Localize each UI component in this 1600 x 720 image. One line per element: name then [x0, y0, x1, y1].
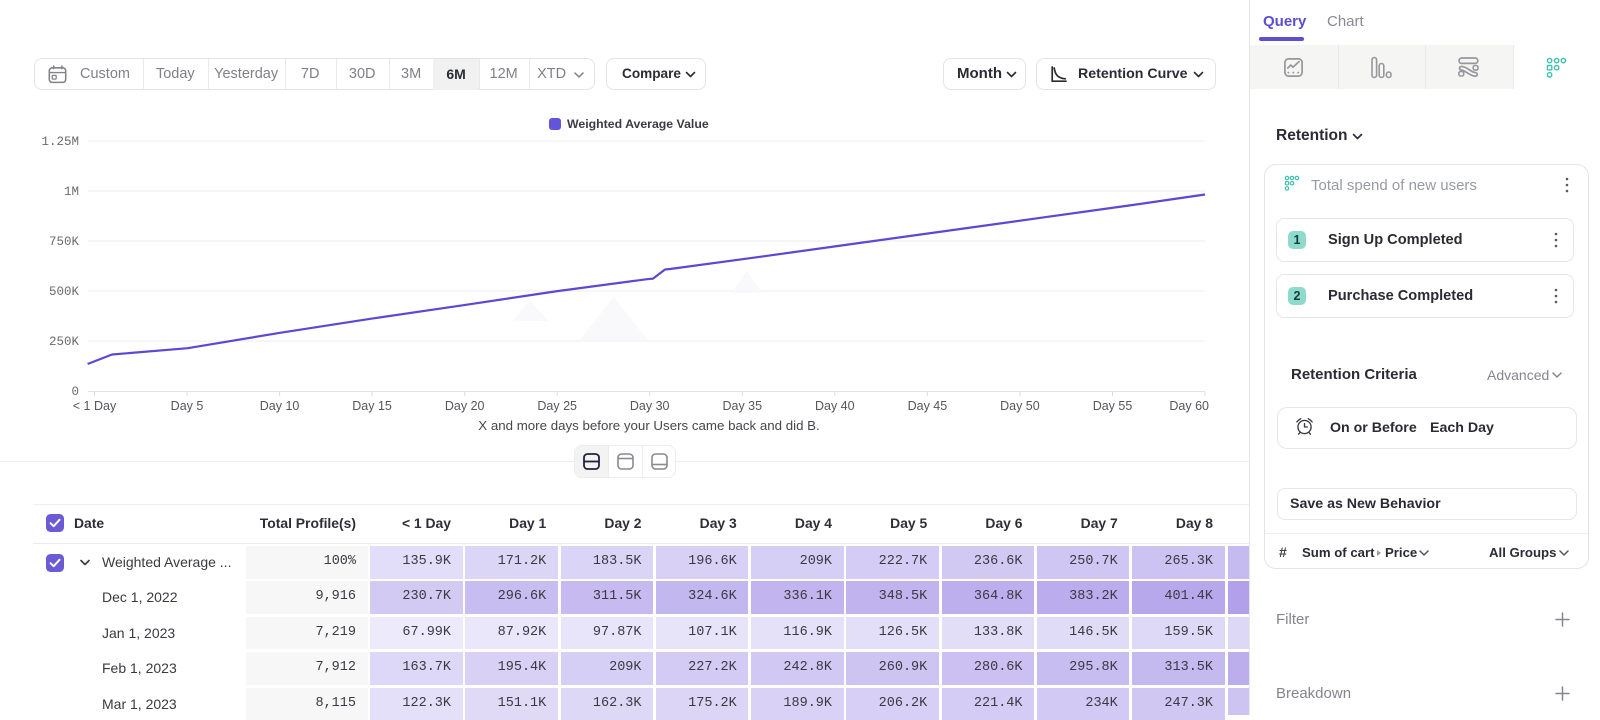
svg-text:< 1 Day: < 1 Day: [73, 399, 117, 413]
svg-text:1.25M: 1.25M: [41, 135, 79, 149]
svg-text:Day 40: Day 40: [815, 399, 855, 413]
svg-text:Day 35: Day 35: [722, 399, 762, 413]
svg-text:Day 60: Day 60: [1169, 399, 1209, 413]
svg-text:Day 50: Day 50: [1000, 399, 1040, 413]
svg-text:Day 10: Day 10: [260, 399, 300, 413]
svg-text:250K: 250K: [49, 335, 80, 349]
svg-text:500K: 500K: [49, 285, 80, 299]
svg-text:Day 5: Day 5: [171, 399, 204, 413]
svg-text:Day 55: Day 55: [1093, 399, 1133, 413]
svg-text:Day 30: Day 30: [630, 399, 670, 413]
svg-text:Day 20: Day 20: [445, 399, 485, 413]
svg-text:Day 25: Day 25: [537, 399, 577, 413]
svg-text:0: 0: [71, 385, 79, 399]
svg-text:750K: 750K: [49, 235, 80, 249]
svg-text:Day 45: Day 45: [908, 399, 948, 413]
svg-text:1M: 1M: [64, 185, 79, 199]
svg-text:Day 15: Day 15: [352, 399, 392, 413]
